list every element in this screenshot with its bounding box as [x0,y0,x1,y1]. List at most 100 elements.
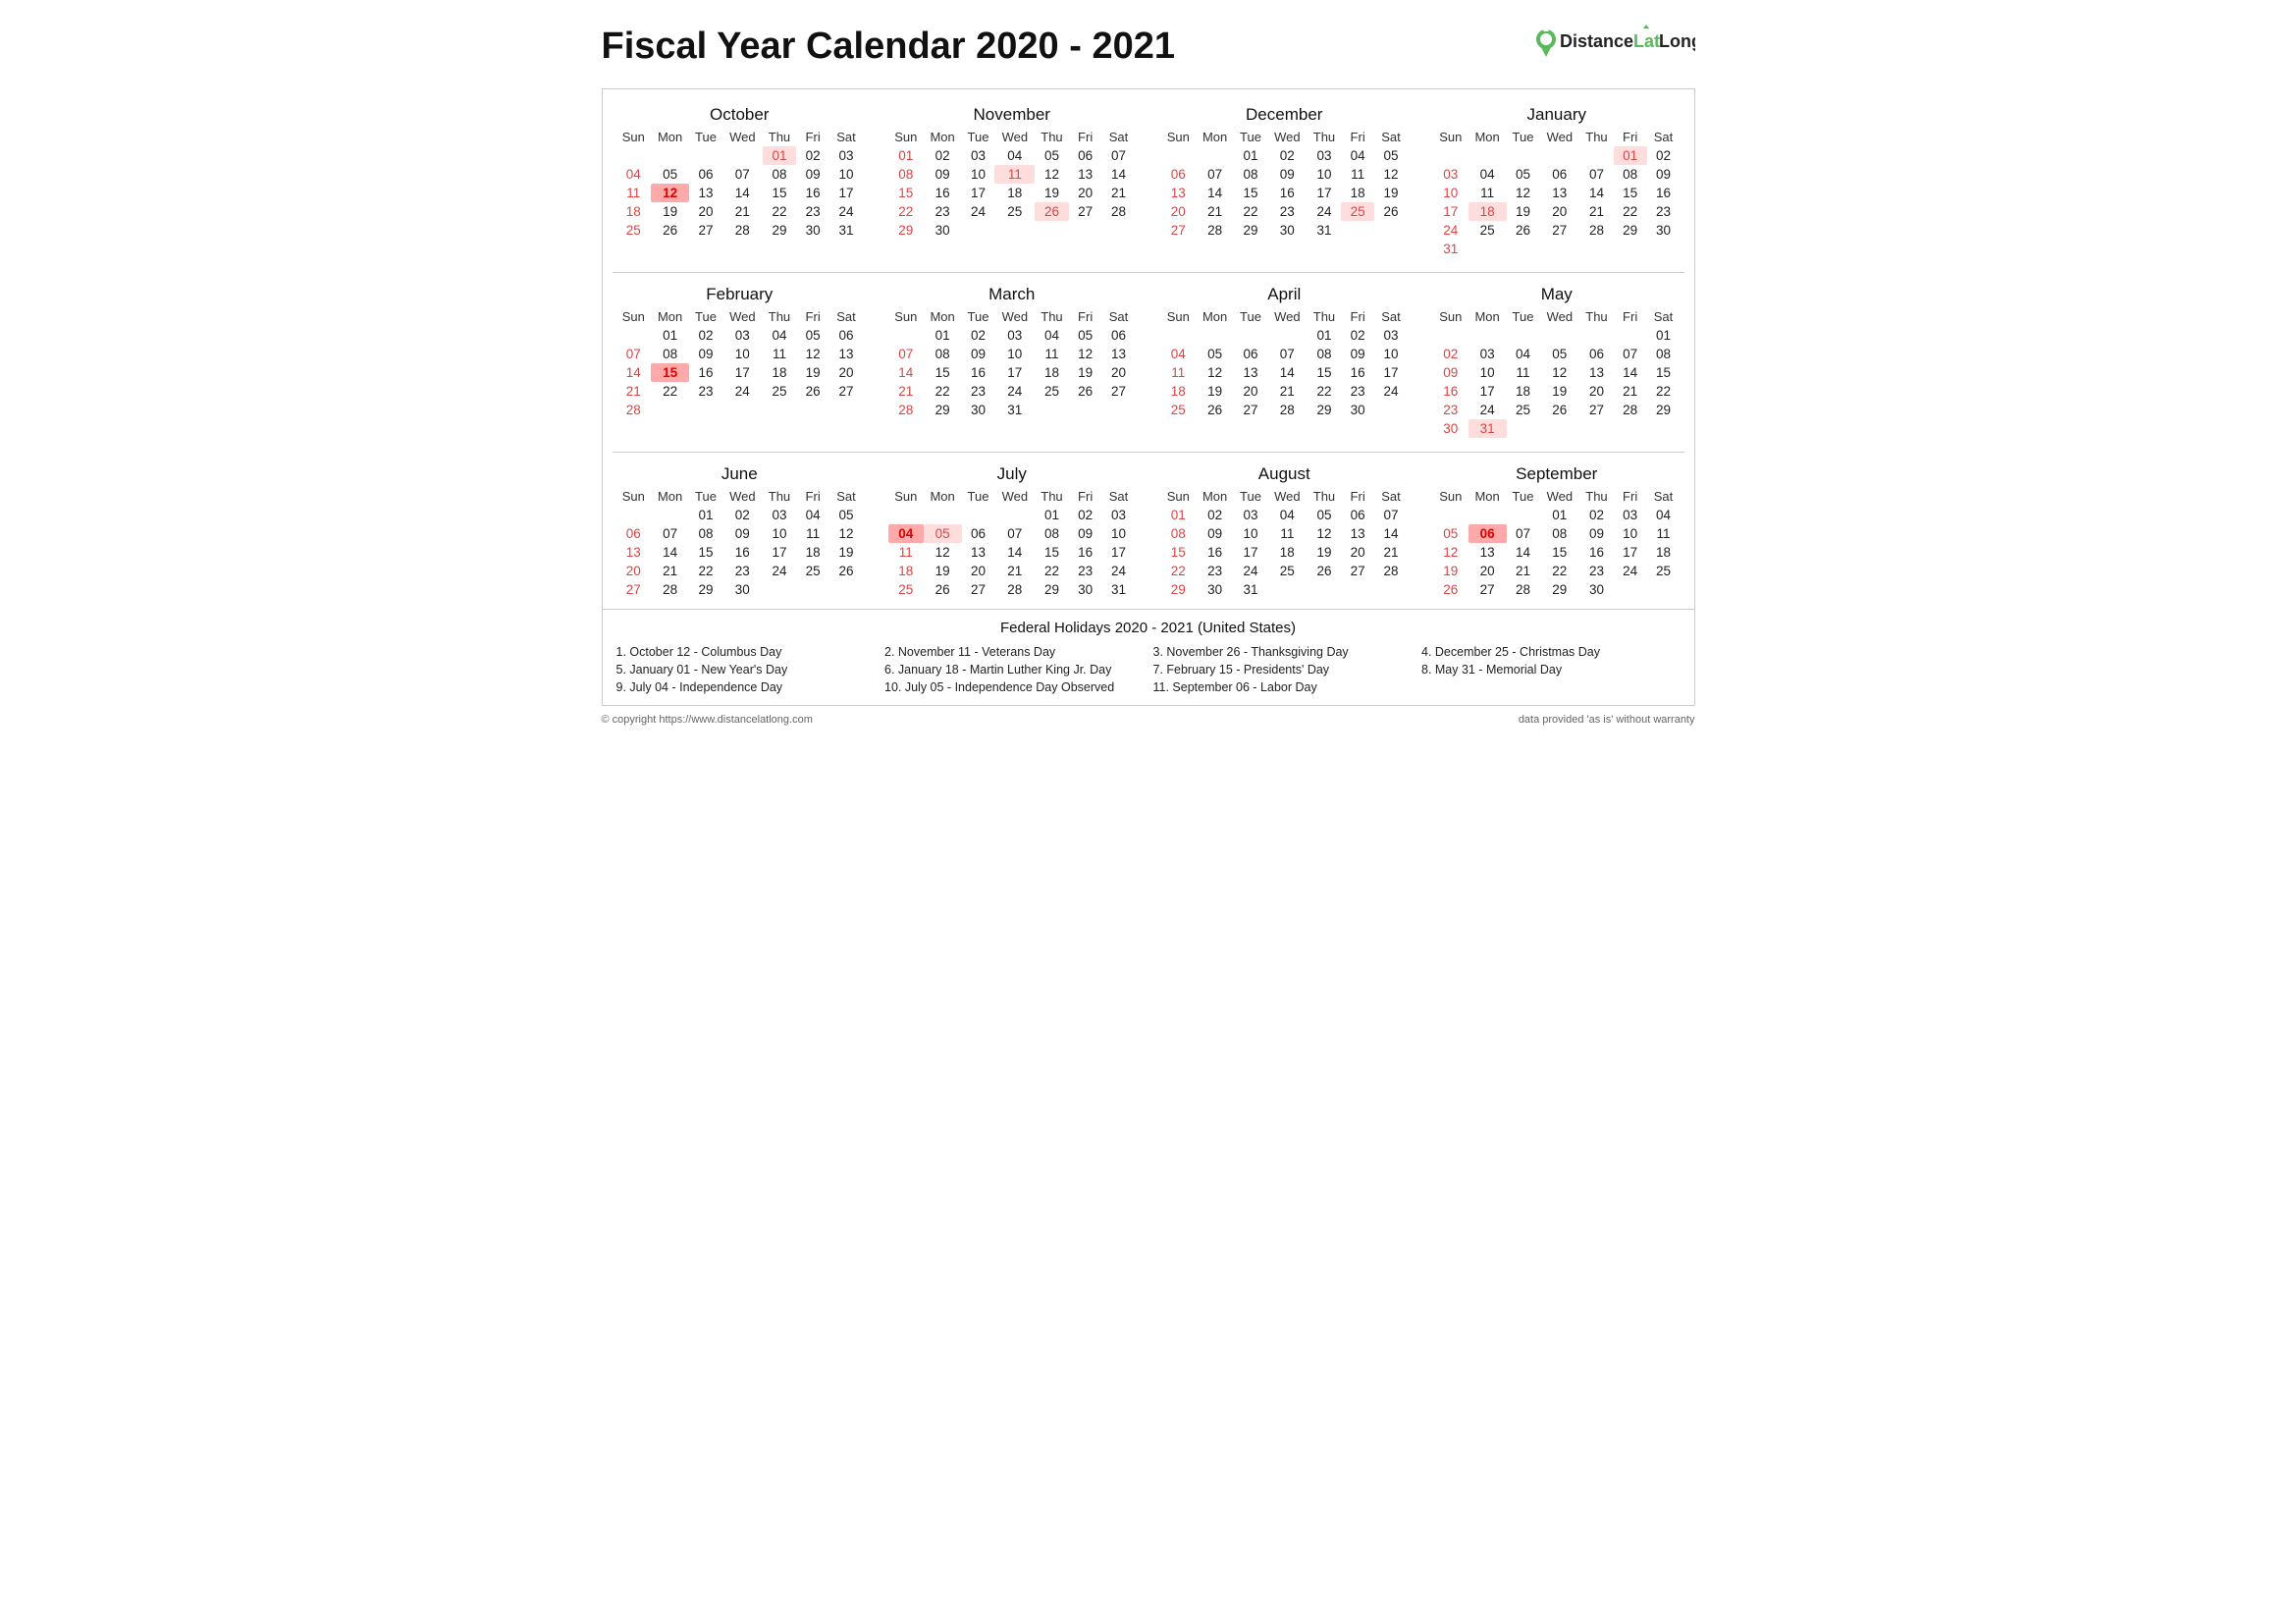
calendar-day: 10 [1614,524,1647,543]
day-header: Tue [1234,308,1267,326]
calendar-day: 01 [1234,146,1267,165]
table-row: 13141516171819 [1161,184,1409,202]
calendar-day: 06 [1234,345,1267,363]
day-header: Sat [1374,308,1408,326]
table-row: 25262728293031 [888,580,1136,599]
table-row: 2728293031 [1161,221,1409,240]
calendar-day: 15 [1035,543,1068,562]
day-header: Mon [651,488,689,506]
calendar-day: 07 [1579,165,1613,184]
day-header: Wed [722,129,763,146]
calendar-day: 24 [1468,401,1507,419]
calendar-day: 09 [722,524,763,543]
calendar-day: 23 [1647,202,1681,221]
day-header: Sun [1433,488,1468,506]
table-row: 15161718192021 [1161,543,1409,562]
calendar-day [1374,221,1408,240]
day-header: Mon [1196,129,1234,146]
calendar-day [1069,221,1102,240]
svg-text:Long: Long [1659,31,1695,51]
calendar-day: 28 [994,580,1035,599]
holiday-item: 2. November 11 - Veterans Day [884,644,1144,660]
calendar-day: 31 [1308,221,1341,240]
holiday-item: 7. February 15 - Presidents' Day [1153,662,1413,677]
calendar-day: 17 [1374,363,1408,382]
day-header: Mon [924,129,962,146]
calendar-grid: OctoberSunMonTueWedThuFriSat010203040506… [602,88,1695,610]
calendar-day: 16 [924,184,962,202]
calendar-day: 10 [1102,524,1136,543]
calendar-day: 22 [1161,562,1197,580]
calendar-day: 25 [1341,202,1374,221]
calendar-day: 15 [1234,184,1267,202]
calendar-day [1102,401,1136,419]
calendar-day: 18 [796,543,829,562]
calendar-day: 17 [1468,382,1507,401]
calendar-day [1196,326,1234,345]
day-header: Thu [763,488,796,506]
table-row: 11121314151617 [616,184,864,202]
calendar-day: 18 [1035,363,1068,382]
day-header: Tue [962,308,995,326]
calendar-day [1614,419,1647,438]
calendar-day [994,221,1035,240]
calendar-day: 04 [1507,345,1540,363]
calendar-day: 19 [1374,184,1408,202]
calendar-day: 31 [1102,580,1136,599]
day-header: Fri [796,308,829,326]
month-title: January [1433,105,1681,125]
calendar-day: 10 [1433,184,1468,202]
calendar-day: 01 [1161,506,1197,524]
calendar-day [1433,326,1468,345]
calendar-day: 07 [1102,146,1136,165]
calendar-day: 14 [1614,363,1647,382]
calendar-day: 09 [796,165,829,184]
month-title: November [888,105,1136,125]
calendar-day [1539,326,1579,345]
calendar-day: 02 [962,326,995,345]
calendar-day: 10 [962,165,995,184]
calendar-day: 13 [616,543,652,562]
calendar-day [1161,146,1197,165]
day-header: Sat [1102,488,1136,506]
holiday-item: 8. May 31 - Memorial Day [1421,662,1681,677]
month-title: October [616,105,864,125]
calendar-day: 20 [689,202,722,221]
calendar-day [1433,506,1468,524]
calendar-day: 12 [1507,184,1540,202]
calendar-day: 24 [722,382,763,401]
day-header: Thu [1579,308,1613,326]
calendar-day: 03 [1308,146,1341,165]
logo: Distance Lat Long [1528,24,1695,71]
day-header: Thu [1579,488,1613,506]
calendar-day: 21 [888,382,924,401]
calendar-day: 31 [1433,240,1468,258]
calendar-day: 08 [763,165,796,184]
calendar-day: 23 [1433,401,1468,419]
calendar-day [651,506,689,524]
calendar-day [1102,221,1136,240]
calendar-day: 28 [651,580,689,599]
calendar-day: 08 [651,345,689,363]
calendar-day: 23 [1267,202,1308,221]
calendar-day: 24 [994,382,1035,401]
calendar-day: 04 [1341,146,1374,165]
calendar-day: 29 [1308,401,1341,419]
table-row: 20212223242526 [1161,202,1409,221]
calendar-day: 01 [888,146,924,165]
calendar-day [1647,580,1681,599]
day-header: Mon [924,488,962,506]
month-title: September [1433,464,1681,484]
calendar-day: 27 [1468,580,1507,599]
day-header: Fri [1069,308,1102,326]
calendar-day: 26 [1507,221,1540,240]
calendar-day: 30 [1579,580,1613,599]
table-row: 08091011121314 [888,165,1136,184]
calendar-day: 09 [1647,165,1681,184]
calendar-day: 20 [1341,543,1374,562]
calendar-day: 01 [1614,146,1647,165]
page-header: Fiscal Year Calendar 2020 - 2021 Distanc… [602,24,1695,71]
calendar-day: 21 [1196,202,1234,221]
calendar-day: 20 [616,562,652,580]
calendar-day: 11 [1267,524,1308,543]
